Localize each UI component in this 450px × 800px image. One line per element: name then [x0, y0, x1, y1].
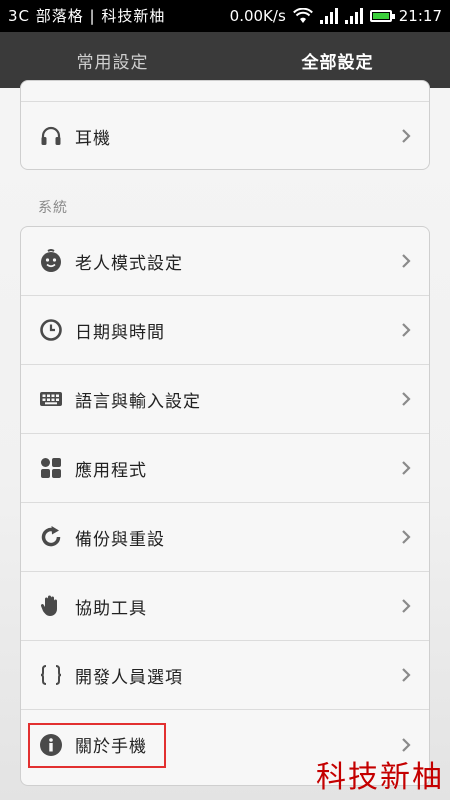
settings-item-apps[interactable]: 應用程式: [21, 434, 429, 503]
chevron-right-icon: [402, 323, 411, 337]
chevron-right-icon: [402, 392, 411, 406]
signal-icon: [344, 8, 363, 24]
settings-item-language-input[interactable]: 語言與輸入設定: [21, 365, 429, 434]
settings-item-label: 應用程式: [75, 460, 147, 481]
clock-icon: [40, 319, 62, 341]
hand-icon: [40, 595, 57, 616]
clock-time: 21:17: [398, 7, 442, 25]
chevron-right-icon: [402, 737, 411, 752]
settings-item-label: 日期與時間: [75, 322, 165, 343]
settings-item-backup-reset[interactable]: 備份與重設: [21, 503, 429, 572]
backup-reset-icon: [41, 526, 61, 547]
settings-item-headphones[interactable]: 耳機: [21, 101, 429, 169]
highlight-box: [28, 723, 166, 768]
signal-icon: [319, 8, 338, 24]
chevron-right-icon: [402, 461, 411, 475]
wifi-icon: [292, 8, 313, 23]
settings-item-date-time[interactable]: 日期與時間: [21, 296, 429, 365]
chevron-right-icon: [402, 599, 411, 613]
section-title-system: 系統: [38, 200, 68, 216]
elder-mode-icon: [41, 249, 61, 272]
chevron-right-icon: [402, 530, 411, 544]
apps-grid-icon: [41, 458, 61, 478]
chevron-right-icon: [402, 254, 411, 268]
settings-item-accessibility[interactable]: 協助工具: [21, 572, 429, 641]
settings-card-top: 耳機: [20, 80, 430, 170]
settings-item-label: 語言與輸入設定: [75, 391, 201, 412]
headphones-icon: [41, 126, 61, 145]
settings-item-label: 開發人員選項: [75, 667, 183, 688]
chevron-right-icon: [402, 129, 411, 143]
network-speed: 0.00K/s: [229, 7, 286, 25]
settings-card-system: 老人模式設定 日期與時間 語言與輸入設定 應用程式 備份與重設 協助工具 開發人…: [20, 226, 430, 786]
settings-item-label: 老人模式設定: [75, 253, 183, 274]
settings-item-label: 協助工具: [75, 598, 147, 619]
status-bar: 3C 部落格 | 科技新柚 0.00K/s 21:17: [0, 0, 450, 32]
watermark: 科技新柚: [316, 760, 444, 795]
settings-item-developer-options[interactable]: 開發人員選項: [21, 641, 429, 710]
settings-item-label: 耳機: [75, 128, 111, 149]
braces-icon: [40, 665, 62, 685]
settings-item-label: 備份與重設: [75, 529, 165, 550]
keyboard-icon: [40, 392, 62, 406]
settings-item-elder-mode[interactable]: 老人模式設定: [21, 227, 429, 296]
battery-icon: [369, 10, 395, 22]
status-bar-title: 3C 部落格 | 科技新柚: [8, 7, 166, 25]
chevron-right-icon: [402, 668, 411, 682]
